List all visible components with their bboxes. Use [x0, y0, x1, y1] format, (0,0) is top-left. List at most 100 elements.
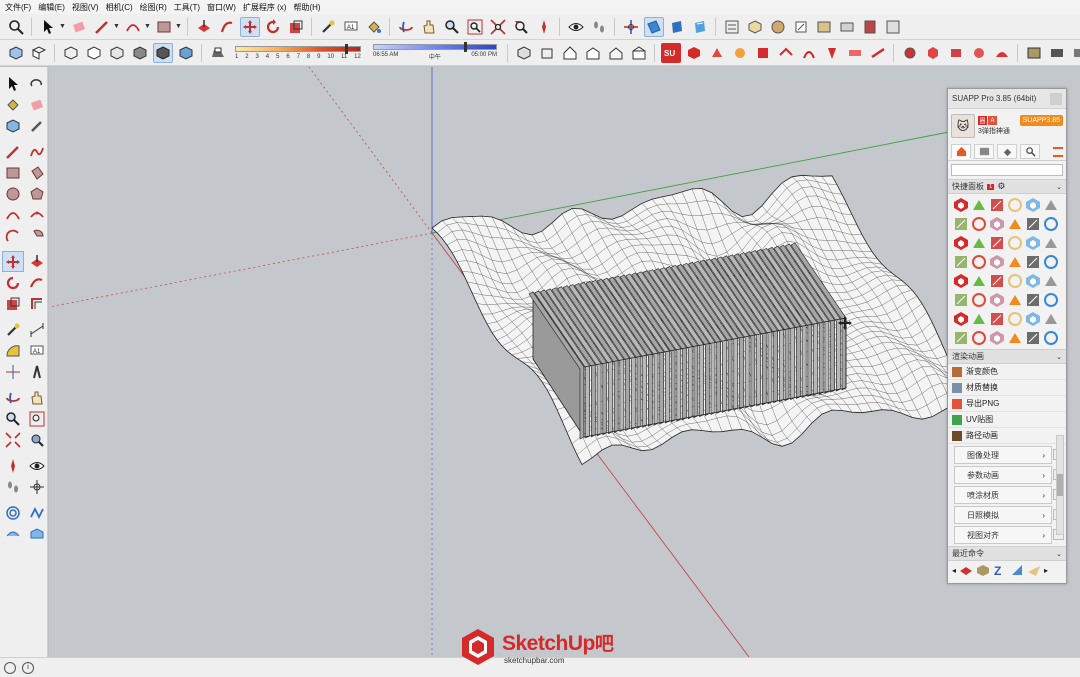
quick-tool-icon[interactable] — [1043, 235, 1059, 251]
lasso-icon[interactable] — [26, 73, 48, 94]
suapp-scrollbar[interactable] — [1056, 435, 1064, 535]
right-view-icon[interactable] — [583, 43, 603, 63]
category-button[interactable]: 日照模拟 › — [954, 506, 1064, 524]
hidden-line-icon[interactable] — [107, 43, 127, 63]
menu-tools[interactable]: 工具(T) — [173, 2, 206, 13]
monochrome-icon[interactable] — [176, 43, 196, 63]
polygon-icon[interactable] — [26, 183, 48, 204]
quick-tool-icon[interactable] — [953, 311, 969, 327]
recent-command-icon[interactable] — [1027, 563, 1041, 577]
tab-search[interactable] — [1020, 144, 1040, 159]
freehand-icon[interactable] — [26, 141, 48, 162]
layers-icon[interactable] — [814, 17, 834, 37]
tab-paint[interactable] — [997, 144, 1017, 159]
sandbox-smoove-icon[interactable] — [2, 523, 24, 544]
iso-view-icon[interactable] — [6, 43, 26, 63]
chevron-left-icon[interactable]: ◂ — [952, 566, 956, 575]
geo-location-icon[interactable] — [4, 661, 16, 674]
quick-panel-header[interactable]: 快捷面板 1 ⚙ ⌄ — [948, 179, 1066, 194]
scene-canvas[interactable] — [49, 67, 1080, 657]
quick-tool-icon[interactable] — [1025, 330, 1041, 346]
shadow-toggle-icon[interactable] — [208, 43, 228, 63]
tab-list[interactable] — [974, 144, 994, 159]
paint-bucket-icon[interactable] — [2, 94, 24, 115]
quick-tool-icon[interactable] — [971, 273, 987, 289]
zoom-extents-icon[interactable] — [6, 17, 26, 37]
axes-icon[interactable] — [621, 17, 641, 37]
time-slider-thumb[interactable] — [464, 42, 468, 52]
move-icon[interactable] — [2, 251, 24, 272]
plugin-tool-icon[interactable] — [1024, 43, 1044, 63]
menu-extensions[interactable]: 扩展程序 (x) — [242, 2, 293, 13]
quick-tool-icon[interactable] — [953, 330, 969, 346]
top-view-icon[interactable] — [29, 43, 49, 63]
close-icon[interactable] — [1050, 92, 1062, 105]
rectangle-icon[interactable] — [2, 162, 24, 183]
suapp-version-badge[interactable]: SUAPP3.85 — [1019, 115, 1063, 126]
quick-tool-icon[interactable] — [1043, 330, 1059, 346]
quick-tool-icon[interactable] — [989, 330, 1005, 346]
render-animation-header[interactable]: 渲染动画 ⌄ — [948, 349, 1066, 364]
text-label-icon[interactable]: A1 — [26, 340, 48, 361]
plugin-tool-icon[interactable] — [946, 43, 966, 63]
push-pull-icon[interactable] — [26, 251, 48, 272]
select-arrow-icon[interactable] — [38, 17, 58, 37]
zoom-icon[interactable] — [442, 17, 462, 37]
quick-tool-icon[interactable] — [953, 235, 969, 251]
menu-draw[interactable]: 绘图(R) — [139, 2, 173, 13]
suapp-tool-icon[interactable] — [845, 43, 865, 63]
quick-tool-icon[interactable] — [1025, 216, 1041, 232]
chevron-down-icon[interactable]: ⌄ — [1056, 353, 1062, 361]
zoom-window-icon[interactable] — [465, 17, 485, 37]
menu-window[interactable]: 窗口(W) — [206, 2, 242, 13]
quick-tool-icon[interactable] — [953, 292, 969, 308]
position-camera-icon[interactable] — [2, 455, 24, 476]
xray-icon[interactable] — [61, 43, 81, 63]
modeling-viewport[interactable] — [49, 67, 1080, 657]
materials-icon[interactable] — [768, 17, 788, 37]
suapp-tool-icon[interactable] — [822, 43, 842, 63]
menu-help[interactable]: 帮助(H) — [292, 2, 326, 13]
follow-me-icon[interactable] — [26, 272, 48, 293]
protractor-icon[interactable] — [2, 340, 24, 361]
quick-tool-icon[interactable] — [971, 216, 987, 232]
quick-tool-icon[interactable] — [1007, 292, 1023, 308]
select-arrow-icon[interactable] — [2, 73, 24, 94]
follow-me-icon[interactable] — [217, 17, 237, 37]
dimension-icon[interactable] — [26, 319, 48, 340]
shadow-time-slider[interactable]: 06:55 AM 中午 05:00 PM — [373, 41, 497, 65]
recent-command-icon[interactable] — [1010, 563, 1024, 577]
component-icon[interactable] — [2, 115, 24, 136]
recent-commands-header[interactable]: 最近命令 ⌄ — [948, 546, 1066, 561]
chevron-down-icon[interactable]: ▼ — [175, 23, 182, 30]
quick-tool-icon[interactable] — [1025, 273, 1041, 289]
plugin-item[interactable]: 导出PNG — [948, 396, 1066, 412]
display-section-icon[interactable] — [667, 17, 687, 37]
plugin-tool-icon[interactable] — [992, 43, 1012, 63]
fog-icon[interactable] — [883, 17, 903, 37]
quick-tool-icon[interactable] — [989, 273, 1005, 289]
suapp-tool-icon[interactable] — [868, 43, 888, 63]
quick-tool-icon[interactable] — [953, 197, 969, 213]
quick-tool-icon[interactable] — [1043, 216, 1059, 232]
iso-cube-icon[interactable] — [514, 43, 534, 63]
zoom-extents-icon[interactable] — [488, 17, 508, 37]
tape-measure-icon[interactable] — [318, 17, 338, 37]
section-plane-icon[interactable] — [643, 16, 664, 37]
plugin-tool-icon[interactable] — [900, 43, 920, 63]
wireframe-icon[interactable] — [84, 43, 104, 63]
arc-icon[interactable] — [2, 204, 24, 225]
plugin-tool-icon[interactable] — [1047, 43, 1067, 63]
quick-tool-icon[interactable] — [953, 216, 969, 232]
pan-hand-icon[interactable] — [419, 17, 439, 37]
left-view-icon[interactable] — [629, 43, 649, 63]
quick-tool-icon[interactable] — [1007, 235, 1023, 251]
plugin-tool-icon[interactable] — [969, 43, 989, 63]
menu-lines-icon[interactable] — [1053, 146, 1063, 157]
shadow-month-slider[interactable]: 1 2 3 4 5 6 7 8 9 10 11 12 — [235, 41, 361, 65]
previous-view-icon[interactable] — [511, 17, 531, 37]
quick-tool-icon[interactable] — [1007, 273, 1023, 289]
quick-tool-icon[interactable] — [1043, 273, 1059, 289]
pan-hand-icon[interactable] — [26, 387, 48, 408]
info-icon[interactable]: i — [22, 661, 34, 674]
